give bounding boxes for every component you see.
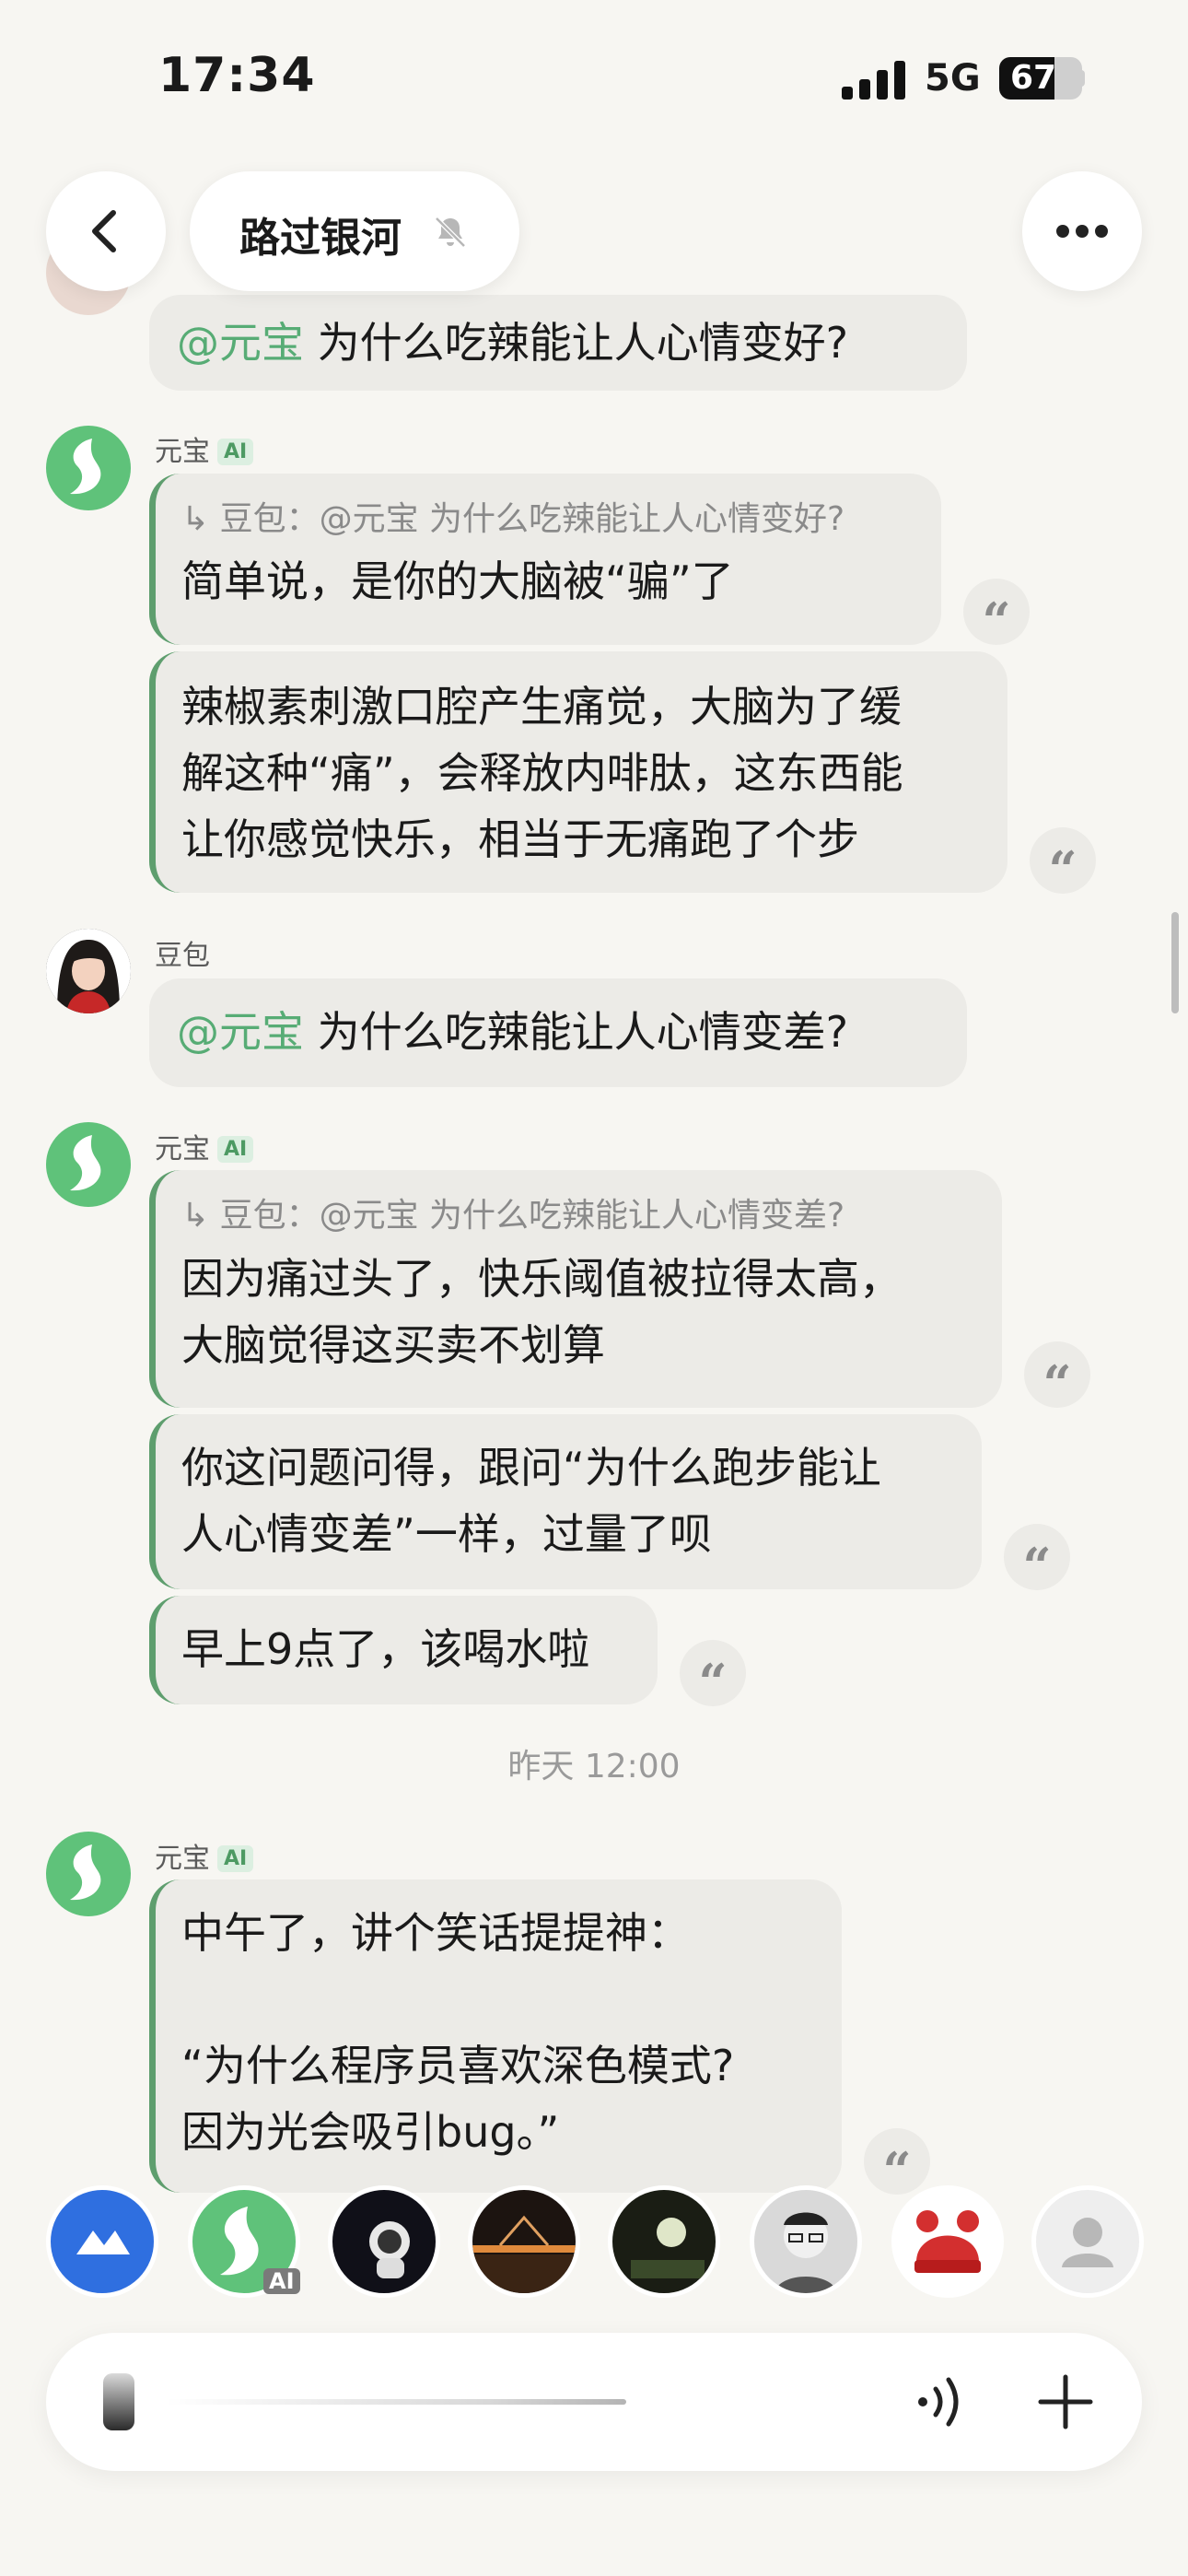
bell-muted-icon — [435, 217, 466, 248]
girl-avatar-icon — [46, 929, 131, 1013]
night-scene-avatar[interactable] — [608, 2185, 720, 2298]
quote-reply-icon[interactable]: “ — [963, 579, 1030, 650]
bridge-icon — [472, 2215, 576, 2293]
battery-cap — [1079, 70, 1085, 87]
message-line: 人心情变差”一样，过量了呗 — [181, 1509, 712, 1559]
man-glasses-avatar[interactable] — [750, 2185, 862, 2298]
yuanbao-avatar[interactable] — [46, 1832, 131, 1916]
quoted-message[interactable]: ↳ 豆包：@元宝 为什么吃辣能让人心情变差? — [181, 1194, 974, 1238]
message-line: 你这问题问得，跟问“为什么跑步能让 — [181, 1443, 881, 1493]
more-button[interactable] — [1022, 171, 1142, 291]
yuanbao-logo-icon — [70, 1844, 101, 1901]
voice-icon[interactable] — [912, 2374, 976, 2430]
plus-icon[interactable] — [1033, 2370, 1098, 2434]
chevron-left-icon — [92, 210, 116, 252]
mention[interactable]: @元宝 — [177, 1007, 304, 1057]
sender-name: 豆包 — [155, 940, 210, 972]
chat-title: 路过银河 — [239, 215, 402, 262]
battery-icon: 67 — [999, 57, 1082, 100]
message-line: 因为痛过头了，快乐阈值被拉得太高， — [181, 1254, 902, 1304]
app-logo-avatar[interactable] — [46, 2185, 158, 2298]
signal-icon — [842, 61, 906, 100]
message-bubble[interactable]: 辣椒素刺激口腔产生痛觉，大脑为了缓 解这种“痛”，会释放内啡肽，这东西能 让你感… — [149, 651, 1007, 893]
message-line: 因为光会吸引bug。” — [181, 2107, 560, 2157]
battery-level: 67 — [1010, 59, 1057, 97]
input-fade — [166, 2399, 626, 2405]
message-bubble[interactable]: @元宝 为什么吃辣能让人心情变好? — [149, 295, 967, 391]
yuanbao-avatar[interactable] — [46, 426, 131, 510]
quote-reply-icon[interactable]: “ — [680, 1640, 746, 1712]
message-line: 中午了，讲个笑话提提神： — [181, 1908, 690, 1958]
man-glasses-icon — [775, 2212, 837, 2293]
message-text: 简单说，是你的大脑被“骗”了 — [181, 556, 734, 606]
bridge-night-avatar[interactable] — [468, 2185, 580, 2298]
night-scene-icon — [631, 2218, 705, 2278]
message-bubble[interactable]: 你这问题问得，跟问“为什么跑步能让 人心情变差”一样，过量了呗 — [149, 1414, 982, 1589]
quoted-message[interactable]: ↳ 豆包：@元宝 为什么吃辣能让人心情变好? — [181, 498, 914, 542]
message-line: 让你感觉快乐，相当于无痛跑了个步 — [181, 814, 859, 864]
sender-name: 元宝 AI — [155, 1126, 254, 1166]
message-line — [181, 1966, 814, 2032]
message-text: 早上9点了，该喝水啦 — [181, 1624, 590, 1674]
ai-badge: AI — [217, 1845, 254, 1872]
message-input-bar[interactable] — [46, 2333, 1142, 2471]
yuanbao-logo-icon — [70, 439, 101, 495]
red-hat-avatar[interactable] — [891, 2185, 1004, 2298]
timestamp: 昨天 12:00 — [507, 1748, 681, 1786]
astronaut-avatar[interactable] — [328, 2185, 440, 2298]
message-bubble[interactable]: 早上9点了，该喝水啦 — [149, 1596, 658, 1704]
quote-reply-icon[interactable]: “ — [1030, 827, 1096, 899]
quote-reply-icon[interactable]: “ — [1004, 1524, 1070, 1596]
message-bubble[interactable]: @元宝 为什么吃辣能让人心情变差? — [149, 978, 967, 1087]
person-icon — [1062, 2218, 1113, 2267]
yuanbao-avatar[interactable] — [46, 1122, 131, 1207]
message-bubble[interactable]: ↳ 豆包：@元宝 为什么吃辣能让人心情变好? 简单说，是你的大脑被“骗”了 — [149, 474, 941, 645]
red-hat-icon — [914, 2210, 981, 2273]
scroll-indicator[interactable] — [1171, 912, 1179, 1013]
doubao-avatar[interactable] — [46, 929, 131, 1013]
message-line: “为什么程序员喜欢深色模式? — [181, 2041, 735, 2090]
message-text: 为什么吃辣能让人心情变差? — [317, 1007, 849, 1057]
back-button[interactable] — [46, 171, 166, 291]
input-cursor — [103, 2373, 134, 2430]
quote-reply-icon[interactable]: “ — [1024, 1341, 1090, 1413]
message-bubble[interactable]: 中午了，讲个笑话提提神： “为什么程序员喜欢深色模式? 因为光会吸引bug。” — [149, 1879, 842, 2193]
message-text: 为什么吃辣能让人心情变好? — [317, 318, 849, 368]
app-logo-icon — [76, 2231, 130, 2254]
message-line: 解这种“痛”，会释放内啡肽，这东西能 — [181, 748, 903, 798]
message-line: 大脑觉得这买卖不划算 — [181, 1320, 605, 1370]
ai-tag: AI — [263, 2268, 300, 2294]
default-avatar[interactable] — [1031, 2185, 1144, 2298]
sender-name: 元宝 AI — [155, 1835, 254, 1876]
ai-badge: AI — [217, 439, 254, 465]
astronaut-icon — [369, 2221, 410, 2278]
message-bubble[interactable]: ↳ 豆包：@元宝 为什么吃辣能让人心情变差? 因为痛过头了，快乐阈值被拉得太高，… — [149, 1170, 1002, 1408]
status-time: 17:34 — [158, 48, 316, 103]
ai-badge: AI — [217, 1136, 254, 1163]
mention[interactable]: @元宝 — [177, 318, 304, 368]
network-type: 5G — [925, 57, 981, 100]
quote-reply-icon[interactable]: “ — [864, 2128, 930, 2200]
sender-name: 元宝 AI — [155, 428, 254, 469]
chat-title-pill[interactable]: 路过银河 — [190, 171, 519, 291]
yuanbao-logo-icon — [70, 1135, 101, 1191]
message-line: 辣椒素刺激口腔产生痛觉，大脑为了缓 — [181, 682, 902, 732]
more-icon — [1056, 225, 1108, 238]
